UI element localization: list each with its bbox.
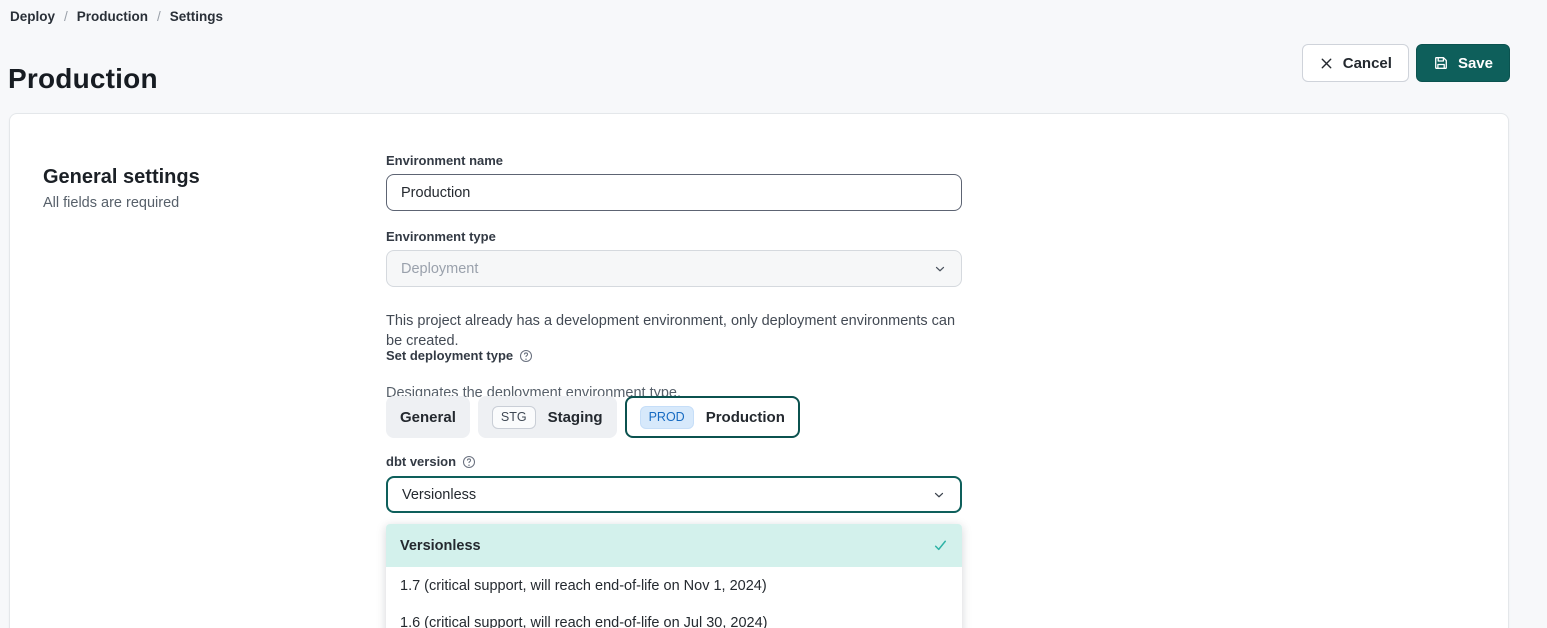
dbt-version-label-text: dbt version <box>386 454 456 469</box>
environment-type-label-text: Environment type <box>386 229 496 244</box>
option-label: 1.6 (critical support, will reach end-of… <box>400 615 768 628</box>
save-button[interactable]: Save <box>1416 44 1510 82</box>
save-button-label: Save <box>1458 55 1493 72</box>
chevron-down-icon <box>932 488 946 502</box>
dbt-version-dropdown: Versionless 1.7 (critical support, will … <box>386 524 962 628</box>
dbt-version-option-1-6[interactable]: 1.6 (critical support, will reach end-of… <box>386 604 962 628</box>
page-title: Production <box>8 63 158 95</box>
close-icon <box>1319 56 1334 71</box>
deployment-type-label: Set deployment type <box>386 348 533 363</box>
save-icon <box>1433 55 1449 71</box>
deployment-type-staging-label: Staging <box>548 409 603 426</box>
dbt-version-option-1-7[interactable]: 1.7 (critical support, will reach end-of… <box>386 567 962 604</box>
deployment-type-general-button[interactable]: General <box>386 396 470 438</box>
dbt-version-option-versionless[interactable]: Versionless <box>386 524 962 567</box>
deployment-type-production-button[interactable]: PROD Production <box>625 396 800 438</box>
chevron-down-icon <box>933 262 947 276</box>
production-badge: PROD <box>640 406 694 429</box>
breadcrumb-item-production[interactable]: Production <box>77 9 148 24</box>
panel-subheading: All fields are required <box>43 195 179 211</box>
check-icon <box>933 538 948 553</box>
environment-type-helper-text: This project already has a development e… <box>386 311 966 351</box>
breadcrumb-separator: / <box>157 9 161 24</box>
header-actions: Cancel Save <box>1302 44 1510 82</box>
environment-type-select: Deployment <box>386 250 962 287</box>
staging-badge: STG <box>492 406 536 429</box>
option-label: Versionless <box>400 538 481 554</box>
dbt-version-value: Versionless <box>402 487 476 503</box>
dbt-version-label: dbt version <box>386 454 476 469</box>
breadcrumb-separator: / <box>64 9 68 24</box>
help-icon[interactable] <box>462 455 476 469</box>
breadcrumb-item-deploy[interactable]: Deploy <box>10 9 55 24</box>
panel-heading: General settings <box>43 166 200 189</box>
option-label: 1.7 (critical support, will reach end-of… <box>400 578 767 594</box>
environment-type-label: Environment type <box>386 229 496 244</box>
deployment-type-label-text: Set deployment type <box>386 348 513 363</box>
general-settings-card: General settings All fields are required… <box>9 113 1509 628</box>
environment-name-input[interactable] <box>386 174 962 211</box>
environment-name-label: Environment name <box>386 153 503 168</box>
dbt-version-select[interactable]: Versionless <box>386 476 962 513</box>
cancel-button[interactable]: Cancel <box>1302 44 1409 82</box>
breadcrumb-item-settings: Settings <box>170 9 223 24</box>
deployment-type-staging-button[interactable]: STG Staging <box>478 396 617 438</box>
deployment-type-general-label: General <box>400 409 456 426</box>
help-icon[interactable] <box>519 349 533 363</box>
deployment-type-production-label: Production <box>706 409 785 426</box>
breadcrumb: Deploy / Production / Settings <box>10 9 223 24</box>
deployment-type-options: General STG Staging PROD Production <box>386 396 800 438</box>
cancel-button-label: Cancel <box>1343 55 1392 72</box>
environment-type-value: Deployment <box>401 261 478 277</box>
environment-name-label-text: Environment name <box>386 153 503 168</box>
